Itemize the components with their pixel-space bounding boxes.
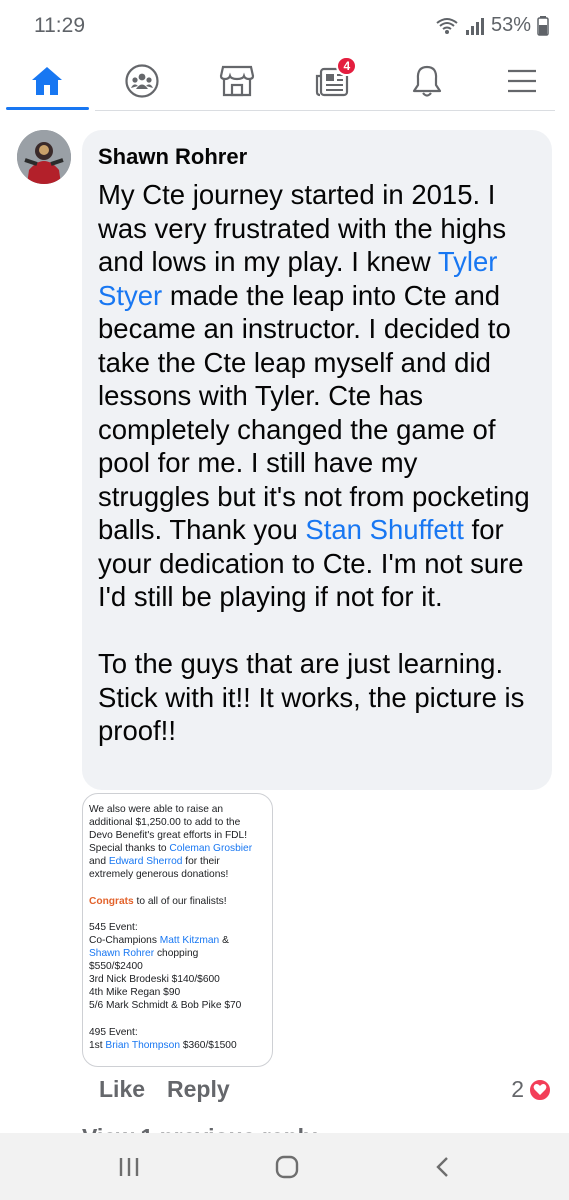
- attached-gap: [89, 908, 272, 921]
- attached-line: We also were able to raise an: [89, 804, 224, 815]
- home-button-icon[interactable]: [274, 1154, 300, 1180]
- reaction-summary[interactable]: 2: [511, 1076, 552, 1103]
- comment-text-segment: made the leap into Cte and became an ins…: [98, 279, 530, 546]
- attached-line: 495 Event:: [89, 1026, 138, 1038]
- attached-gap: [89, 882, 272, 895]
- attached-text: for their: [182, 856, 220, 868]
- like-button[interactable]: Like: [99, 1076, 145, 1103]
- status-bar: 11:29 53%: [0, 0, 569, 52]
- attached-image[interactable]: We also were able to raise an additional…: [82, 793, 273, 1067]
- attached-link: Shawn Rohrer: [89, 948, 155, 960]
- attached-text: chopping: [154, 948, 199, 960]
- attached-link: Brian Thompson: [105, 1039, 180, 1051]
- attached-congrats: Congrats: [89, 895, 134, 907]
- attached-text: and: [89, 856, 109, 868]
- attached-line: Special thanks to Coleman Grosbier: [89, 842, 272, 855]
- attached-text: $360/$1500: [179, 1039, 237, 1051]
- news-badge: 4: [336, 56, 358, 76]
- nav-groups[interactable]: [95, 52, 190, 110]
- nav-active-indicator: [6, 107, 89, 110]
- battery-percent: 53%: [490, 14, 531, 36]
- attached-line: Shawn Rohrer chopping: [89, 947, 272, 960]
- home-icon: [30, 65, 64, 97]
- comment-text: My Cte journey started in 2015. I was ve…: [98, 178, 536, 748]
- avatar[interactable]: [17, 130, 71, 184]
- attached-text: to all of our finalists!: [133, 895, 227, 907]
- attached-line: Devo Benefit's great efforts in FDL!: [89, 830, 248, 842]
- attached-line: 4th Mike Regan $90: [89, 987, 181, 999]
- attached-line: extremely generous donations!: [89, 869, 229, 881]
- wifi-icon: [435, 16, 459, 36]
- battery-icon: [537, 15, 549, 36]
- comment-actions: Like Reply: [99, 1076, 230, 1103]
- attached-line: and Edward Sherrod for their: [89, 855, 272, 868]
- attached-line: Congrats to all of our finalists!: [89, 895, 272, 908]
- system-nav-bar: [0, 1133, 569, 1200]
- attached-line: additional $1,250.00 to add to the: [89, 817, 241, 829]
- attached-line: $550/$2400: [89, 961, 143, 973]
- attached-image-text: We also were able to raise an additional…: [83, 794, 272, 1052]
- comment-bubble: Shawn Rohrer My Cte journey started in 2…: [82, 130, 552, 790]
- status-time: 11:29: [34, 14, 85, 37]
- attached-link: Edward Sherrod: [108, 856, 183, 868]
- top-nav: 4: [0, 52, 569, 110]
- bell-icon: [411, 64, 443, 98]
- attached-line: Co-Champions Matt Kitzman &: [89, 934, 272, 947]
- nav-notifications[interactable]: [379, 52, 474, 110]
- attached-text: &: [219, 934, 229, 946]
- reaction-count: 2: [511, 1076, 524, 1102]
- attached-line: 3rd Nick Brodeski $140/$600: [89, 974, 220, 986]
- status-icons: 53%: [435, 14, 549, 37]
- heart-icon: [528, 1077, 552, 1102]
- nav-marketplace[interactable]: [190, 52, 285, 110]
- nav-divider: [95, 110, 555, 111]
- nav-home[interactable]: [0, 52, 95, 110]
- signal-icon: [465, 16, 485, 36]
- recent-apps-icon[interactable]: [117, 1156, 141, 1178]
- attached-text: 1st: [89, 1039, 106, 1051]
- attached-gap: [89, 1013, 272, 1026]
- attached-link: Coleman Grosbier: [169, 843, 253, 855]
- attached-link: Matt Kitzman: [159, 934, 220, 946]
- attached-text: Special thanks to: [89, 843, 170, 855]
- comment-paragraph-2: To the guys that are just learning. Stic…: [98, 648, 525, 746]
- marketplace-icon: [219, 64, 255, 98]
- menu-icon: [506, 68, 538, 94]
- attached-line: 545 Event:: [89, 921, 138, 933]
- attached-text: Co-Champions: [89, 934, 160, 946]
- back-icon[interactable]: [433, 1155, 453, 1179]
- reply-button[interactable]: Reply: [167, 1076, 230, 1103]
- nav-menu[interactable]: [474, 52, 569, 110]
- nav-news[interactable]: 4: [284, 52, 379, 110]
- groups-icon: [124, 63, 160, 99]
- comment-author[interactable]: Shawn Rohrer: [98, 144, 536, 170]
- mention-stan-shuffett[interactable]: Stan Shuffett: [305, 514, 464, 545]
- comment-paragraph-1: My Cte journey started in 2015. I was ve…: [98, 178, 536, 614]
- attached-line: 5/6 Mark Schmidt & Bob Pike $70: [89, 1000, 242, 1012]
- attached-line: 1st Brian Thompson $360/$1500: [89, 1039, 272, 1052]
